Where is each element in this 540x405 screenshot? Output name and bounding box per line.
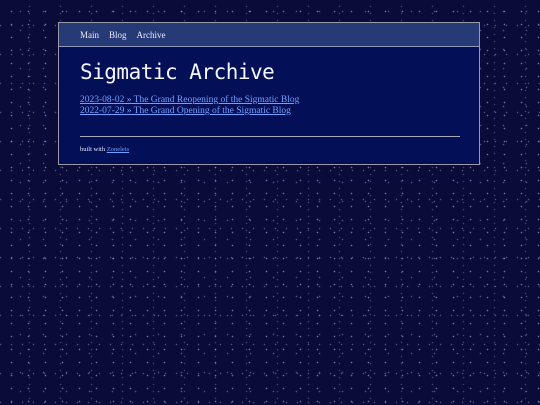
nav-archive-link[interactable]: Archive: [137, 30, 166, 40]
post-list: 2023-08-02 » The Grand Reopening of the …: [80, 95, 299, 117]
page-title: Sigmatic Archive: [80, 60, 275, 84]
zonelets-link[interactable]: Zonelets: [107, 146, 129, 153]
list-item: 2023-08-02 » The Grand Reopening of the …: [80, 95, 299, 106]
post-link[interactable]: 2023-08-02 » The Grand Reopening of the …: [80, 95, 299, 105]
divider: [80, 136, 460, 137]
content-panel: Main Blog Archive Sigmatic Archive 2023-…: [58, 22, 480, 165]
top-nav: Main Blog Archive: [59, 23, 479, 47]
nav-main-link[interactable]: Main: [80, 30, 99, 40]
nav-blog-link[interactable]: Blog: [109, 30, 127, 40]
list-item: 2022-07-29 » The Grand Opening of the Si…: [80, 106, 299, 117]
footer: built with Zonelets: [80, 146, 129, 153]
footer-text: built with: [80, 146, 106, 153]
post-link[interactable]: 2022-07-29 » The Grand Opening of the Si…: [80, 106, 291, 116]
